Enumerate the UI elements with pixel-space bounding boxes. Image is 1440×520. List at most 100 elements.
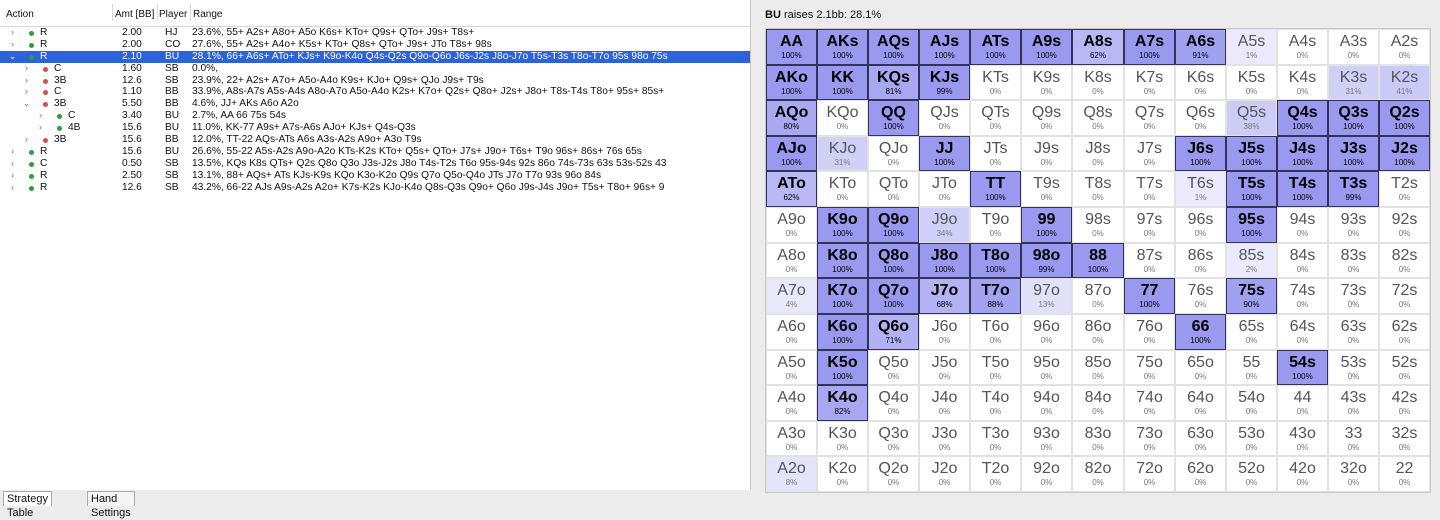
hand-cell[interactable]: K7s 0% (1124, 65, 1175, 100)
hand-cell[interactable]: 33 0% (1328, 421, 1379, 456)
hand-cell[interactable]: JTo 0% (919, 171, 970, 207)
hand-cell[interactable]: J4s 100% (1277, 136, 1328, 171)
hand-cell[interactable]: Q5o 0% (868, 350, 919, 385)
hand-cell[interactable]: Q4o 0% (868, 385, 919, 421)
hand-cell[interactable]: J9s 0% (1021, 136, 1072, 171)
hand-cell[interactable]: J7s 0% (1124, 136, 1175, 171)
column-divider[interactable] (112, 4, 113, 21)
hand-cell[interactable]: J2s 100% (1379, 136, 1430, 171)
hand-cell[interactable]: QJo 0% (868, 136, 919, 171)
hand-cell[interactable]: K4s 0% (1277, 65, 1328, 100)
hand-cell[interactable]: J9o 34% (919, 207, 970, 243)
hand-cell[interactable]: Q9s 0% (1021, 100, 1072, 136)
hand-cell[interactable]: T7s 0% (1124, 171, 1175, 207)
action-tree-row[interactable]: › 4B 15.6 BU 11.0%, KK-77 A9s+ A7s-A6s AJo+ … (0, 122, 750, 134)
chevron-right-icon[interactable]: › (36, 110, 45, 122)
hand-cell[interactable]: J8o 100% (919, 243, 970, 278)
hand-cell[interactable]: 92s 0% (1379, 207, 1430, 243)
hand-cell[interactable]: 83s 0% (1328, 243, 1379, 278)
hand-cell[interactable]: A8o 0% (766, 243, 817, 278)
hand-cell[interactable]: T4s 100% (1277, 171, 1328, 207)
hand-cell[interactable]: JJ 100% (919, 136, 970, 171)
hand-cell[interactable]: 84o 0% (1072, 385, 1124, 421)
hand-cell[interactable]: J4o 0% (919, 385, 970, 421)
hand-cell[interactable]: 75s 90% (1226, 278, 1277, 314)
hand-cell[interactable]: QTo 0% (868, 171, 919, 207)
hand-cell[interactable]: TT 100% (970, 171, 1021, 207)
hand-cell[interactable]: AA 100% (766, 29, 817, 65)
hand-cell[interactable]: 52o 0% (1226, 456, 1277, 492)
hand-cell[interactable]: 94o 0% (1021, 385, 1072, 421)
hand-cell[interactable]: Q8s 0% (1072, 100, 1124, 136)
column-divider[interactable] (190, 4, 191, 21)
hand-cell[interactable]: T8s 0% (1072, 171, 1124, 207)
tab-strategy-table[interactable]: Strategy Table (3, 491, 52, 519)
hand-cell[interactable]: 65o 0% (1175, 350, 1226, 385)
hand-cell[interactable]: A6s 91% (1175, 29, 1226, 65)
action-tree-row[interactable]: ⌄ R 2.10 BU 28.1%, 66+ A6s+ ATo+ KJs+ K9o-K4… (0, 50, 750, 63)
hand-cell[interactable]: A4s 0% (1277, 29, 1328, 65)
hand-cell[interactable]: Q3o 0% (868, 421, 919, 456)
hand-cell[interactable]: 97s 0% (1124, 207, 1175, 243)
hand-cell[interactable]: 98s 0% (1072, 207, 1124, 243)
hand-cell[interactable]: AQs 100% (868, 29, 919, 65)
hand-cell[interactable]: 93o 0% (1021, 421, 1072, 456)
hand-cell[interactable]: 94s 0% (1277, 207, 1328, 243)
hand-cell[interactable]: A9s 100% (1021, 29, 1072, 65)
hand-cell[interactable]: 53o 0% (1226, 421, 1277, 456)
hand-cell[interactable]: AJo 100% (766, 136, 817, 171)
hand-cell[interactable]: 86s 0% (1175, 243, 1226, 278)
action-tree-row[interactable]: ⌄ 3B 5.50 BB 4.6%, JJ+ AKs A6o A2o (0, 98, 750, 110)
hand-cell[interactable]: T5o 0% (970, 350, 1021, 385)
hand-cell[interactable]: 96o 0% (1021, 314, 1072, 350)
hand-cell[interactable]: AQo 80% (766, 100, 817, 136)
chevron-right-icon[interactable]: › (36, 122, 45, 134)
hand-cell[interactable]: K3o 0% (817, 421, 868, 456)
hand-cell[interactable]: A4o 0% (766, 385, 817, 421)
column-header-player[interactable]: Player (159, 9, 187, 20)
hand-cell[interactable]: J6o 0% (919, 314, 970, 350)
hand-cell[interactable]: KQo 0% (817, 100, 868, 136)
hand-cell[interactable]: Q6o 71% (868, 314, 919, 350)
hand-cell[interactable]: 75o 0% (1124, 350, 1175, 385)
hand-cell[interactable]: KJs 99% (919, 65, 970, 100)
chevron-down-icon[interactable]: ⌄ (22, 98, 31, 110)
hand-cell[interactable]: T9s 0% (1021, 171, 1072, 207)
hand-cell[interactable]: 87o 0% (1072, 278, 1124, 314)
hand-cell[interactable]: J6s 100% (1175, 136, 1226, 171)
hand-cell[interactable]: A9o 0% (766, 207, 817, 243)
hand-cell[interactable]: 63o 0% (1175, 421, 1226, 456)
hand-cell[interactable]: Q8o 100% (868, 243, 919, 278)
hand-cell[interactable]: K2s 41% (1379, 65, 1430, 100)
hand-cell[interactable]: 65s 0% (1226, 314, 1277, 350)
hand-cell[interactable]: K2o 0% (817, 456, 868, 492)
hand-cell[interactable]: ATs 100% (970, 29, 1021, 65)
hand-cell[interactable]: Q7s 0% (1124, 100, 1175, 136)
hand-cell[interactable]: Q3s 100% (1328, 100, 1379, 136)
hand-cell[interactable]: 62o 0% (1175, 456, 1226, 492)
hand-cell[interactable]: 63s 0% (1328, 314, 1379, 350)
hand-cell[interactable]: Q2o 0% (868, 456, 919, 492)
hand-cell[interactable]: K9s 0% (1021, 65, 1072, 100)
hand-cell[interactable]: Q4s 100% (1277, 100, 1328, 136)
hand-cell[interactable]: A5o 0% (766, 350, 817, 385)
hand-cell[interactable]: J3s 100% (1328, 136, 1379, 171)
action-tree-row[interactable]: › 3B 15.6 BB 12.0%, TT-22 AQs-ATs A6s A3s-A2… (0, 134, 750, 146)
hand-cell[interactable]: 95s 100% (1226, 207, 1277, 243)
hand-cell[interactable]: 64s 0% (1277, 314, 1328, 350)
chevron-right-icon[interactable]: › (8, 146, 17, 158)
hand-cell[interactable]: T6s 1% (1175, 171, 1226, 207)
hand-cell[interactable]: T2o 0% (970, 456, 1021, 492)
action-tree-row[interactable]: › R 12.6 SB 43.2%, 66-22 AJs A9s-A2s A2o+ K7… (0, 182, 750, 194)
hand-cell[interactable]: Q7o 100% (868, 278, 919, 314)
hand-cell[interactable]: 42o 0% (1277, 456, 1328, 492)
hand-cell[interactable]: J7o 68% (919, 278, 970, 314)
column-header-range[interactable]: Range (193, 9, 222, 20)
hand-cell[interactable]: J3o 0% (919, 421, 970, 456)
hand-cell[interactable]: A2o 8% (766, 456, 817, 492)
hand-cell[interactable]: KTs 0% (970, 65, 1021, 100)
hand-cell[interactable]: 42s 0% (1379, 385, 1430, 421)
hand-cell[interactable]: K7o 100% (817, 278, 868, 314)
hand-cell[interactable]: Q5s 38% (1226, 100, 1277, 136)
hand-cell[interactable]: T9o 0% (970, 207, 1021, 243)
